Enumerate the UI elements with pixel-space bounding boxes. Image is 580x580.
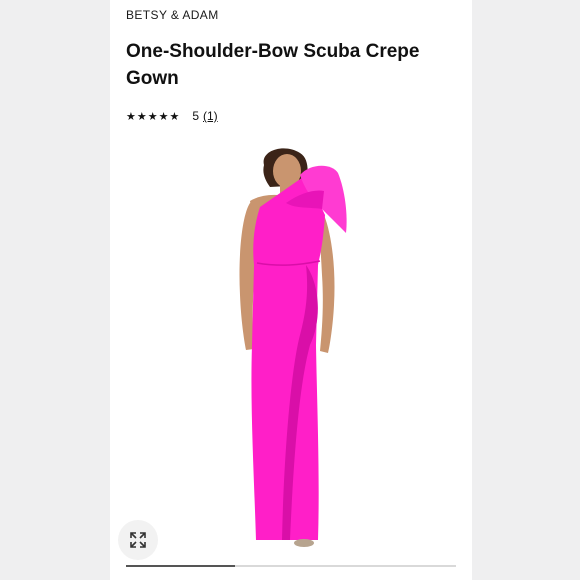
background-blur-right — [472, 0, 580, 580]
expand-arrows-icon — [130, 532, 146, 548]
product-image[interactable] — [110, 145, 472, 565]
star-rating-icon: ★★★★★ — [126, 110, 181, 123]
gallery-progress-track — [126, 565, 456, 567]
expand-image-button[interactable] — [118, 520, 158, 560]
brand-name[interactable]: BETSY & ADAM — [126, 8, 219, 22]
model-shoe — [294, 539, 314, 547]
screenshot-frame: BETSY & ADAM One-Shoulder-Bow Scuba Crep… — [0, 0, 580, 580]
rating-value: 5 — [192, 109, 199, 123]
background-blur-left — [0, 0, 110, 580]
review-count-link[interactable]: (1) — [203, 109, 218, 123]
product-title: One-Shoulder-Bow Scuba Crepe Gown — [126, 41, 420, 89]
product-card: BETSY & ADAM One-Shoulder-Bow Scuba Crep… — [110, 0, 472, 580]
gallery-progress-fill — [126, 565, 235, 567]
rating-row[interactable]: ★★★★★ 5 (1) — [126, 109, 218, 123]
